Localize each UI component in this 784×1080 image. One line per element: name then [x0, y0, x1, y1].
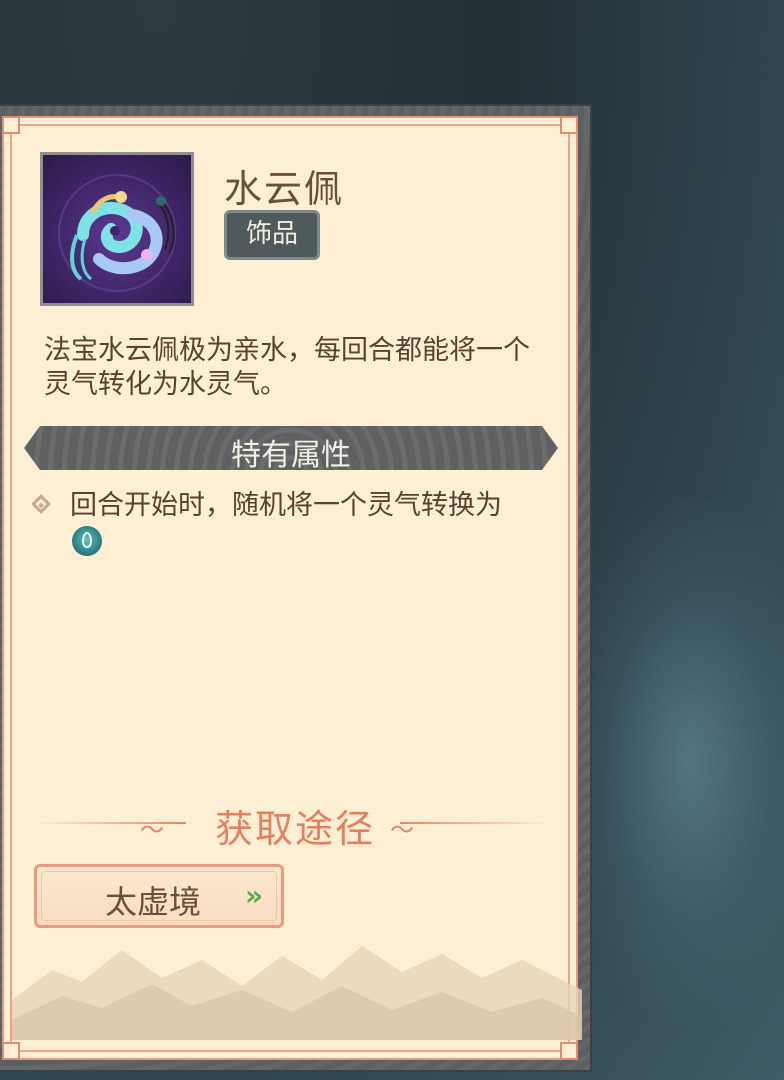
- corner-ornament: [560, 116, 578, 134]
- item-description: 法宝水云佩极为亲水，每回合都能将一个灵气转化为水灵气。: [44, 335, 530, 400]
- trait-description: 回合开始时，随机将一个灵气转换为: [70, 490, 502, 521]
- background-glow: [560, 500, 784, 1020]
- water-essence-icon: [72, 526, 102, 556]
- category-tag: 饰品: [224, 210, 320, 260]
- double-chevron-right-icon: »: [245, 879, 264, 912]
- divider-line-right: [400, 822, 550, 824]
- cloud-ornament-icon: 〜: [390, 816, 414, 844]
- source-taixujing-button[interactable]: 太虚境 »: [34, 864, 284, 928]
- source-section-title: 获取途径: [214, 807, 375, 851]
- jade-pendant-icon: [40, 152, 194, 306]
- traits-section-header: 特有属性: [24, 426, 558, 470]
- cloud-ornament-icon: 〜: [140, 816, 164, 844]
- traits-section-title: 特有属性: [231, 438, 351, 473]
- source-label: 太虚境: [105, 883, 202, 921]
- mountain-landscape-decoration: [12, 920, 582, 1040]
- item-name: 水云佩: [224, 167, 345, 211]
- trait-text: 回合开始时，随机将一个灵气转换为: [70, 488, 510, 560]
- corner-ornament: [2, 1042, 20, 1060]
- corner-ornament: [2, 116, 20, 134]
- corner-ornament: [560, 1042, 578, 1060]
